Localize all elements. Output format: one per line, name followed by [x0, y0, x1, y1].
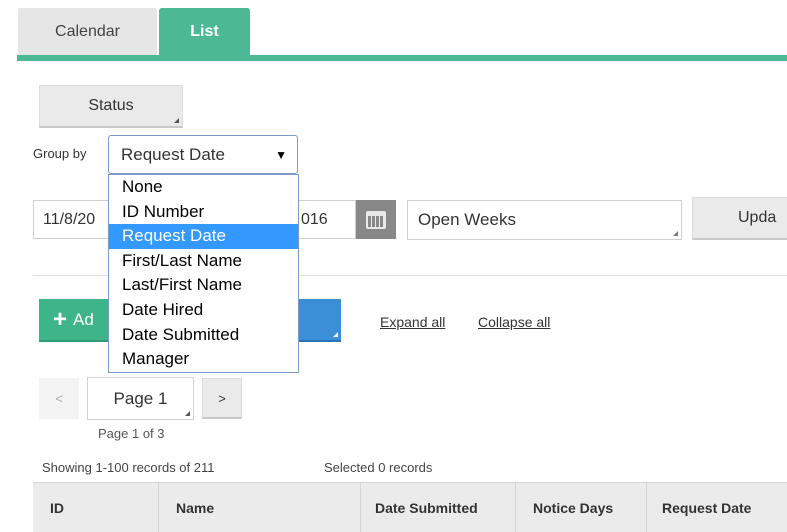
dropdown-option-manager[interactable]: Manager — [109, 347, 298, 372]
weeks-select-value: Open Weeks — [418, 210, 516, 229]
group-by-dropdown-list: None ID Number Request Date First/Last N… — [108, 174, 299, 373]
next-page-button[interactable]: > — [202, 378, 242, 419]
table-header: ID Name Date Submitted Notice Days Reque… — [33, 482, 787, 532]
page-select-value: Page 1 — [113, 388, 168, 408]
dropdown-option-date-submitted[interactable]: Date Submitted — [109, 323, 298, 348]
dropdown-corner-icon — [185, 411, 190, 416]
calendar-picker-button[interactable] — [356, 200, 396, 239]
status-filter-button[interactable]: Status — [39, 85, 183, 128]
column-header-date-submitted[interactable]: Date Submitted — [360, 483, 515, 532]
add-button-label: Ad — [73, 309, 94, 329]
calendar-icon — [366, 210, 386, 229]
expand-all-link[interactable]: Expand all — [380, 314, 445, 330]
collapse-all-link[interactable]: Collapse all — [478, 314, 550, 330]
dropdown-option-date-hired[interactable]: Date Hired — [109, 298, 298, 323]
column-header-id[interactable]: ID — [33, 483, 158, 532]
dropdown-corner-icon — [673, 231, 678, 236]
records-showing: Showing 1-100 records of 211 — [42, 460, 215, 475]
update-button[interactable]: Upda — [692, 197, 787, 240]
group-by-select[interactable]: Request Date ▼ — [108, 135, 298, 174]
page-info: Page 1 of 3 — [98, 426, 165, 441]
dropdown-corner-icon — [174, 118, 179, 123]
status-button-label: Status — [88, 97, 134, 114]
date-range-start-text: 11/8/20 — [43, 210, 96, 228]
dropdown-option-id-number[interactable]: ID Number — [109, 200, 298, 225]
actions-dropdown-button[interactable] — [296, 299, 341, 342]
group-by-label: Group by — [33, 146, 87, 161]
weeks-select[interactable]: Open Weeks — [407, 200, 682, 240]
tab-underline — [17, 55, 787, 61]
dropdown-option-none[interactable]: None — [109, 175, 298, 200]
dropdown-option-last-first-name[interactable]: Last/First Name — [109, 273, 298, 298]
prev-page-button[interactable]: < — [39, 378, 79, 419]
dropdown-option-first-last-name[interactable]: First/Last Name — [109, 249, 298, 274]
records-selected: Selected 0 records — [324, 460, 433, 475]
page-select[interactable]: Page 1 — [87, 377, 194, 420]
dropdown-corner-icon — [333, 332, 338, 337]
date-range-end-text: 016 — [301, 210, 328, 228]
tab-calendar[interactable]: Calendar — [18, 8, 157, 56]
tab-list[interactable]: List — [159, 8, 250, 56]
column-header-request-date[interactable]: Request Date — [646, 483, 787, 532]
update-button-label: Upda — [738, 209, 777, 226]
chevron-down-icon: ▼ — [275, 148, 287, 162]
dropdown-option-request-date[interactable]: Request Date — [109, 224, 298, 249]
column-header-name[interactable]: Name — [158, 483, 360, 532]
plus-icon: + — [53, 305, 68, 333]
group-by-value: Request Date — [121, 144, 225, 164]
column-header-notice-days[interactable]: Notice Days — [515, 483, 646, 532]
